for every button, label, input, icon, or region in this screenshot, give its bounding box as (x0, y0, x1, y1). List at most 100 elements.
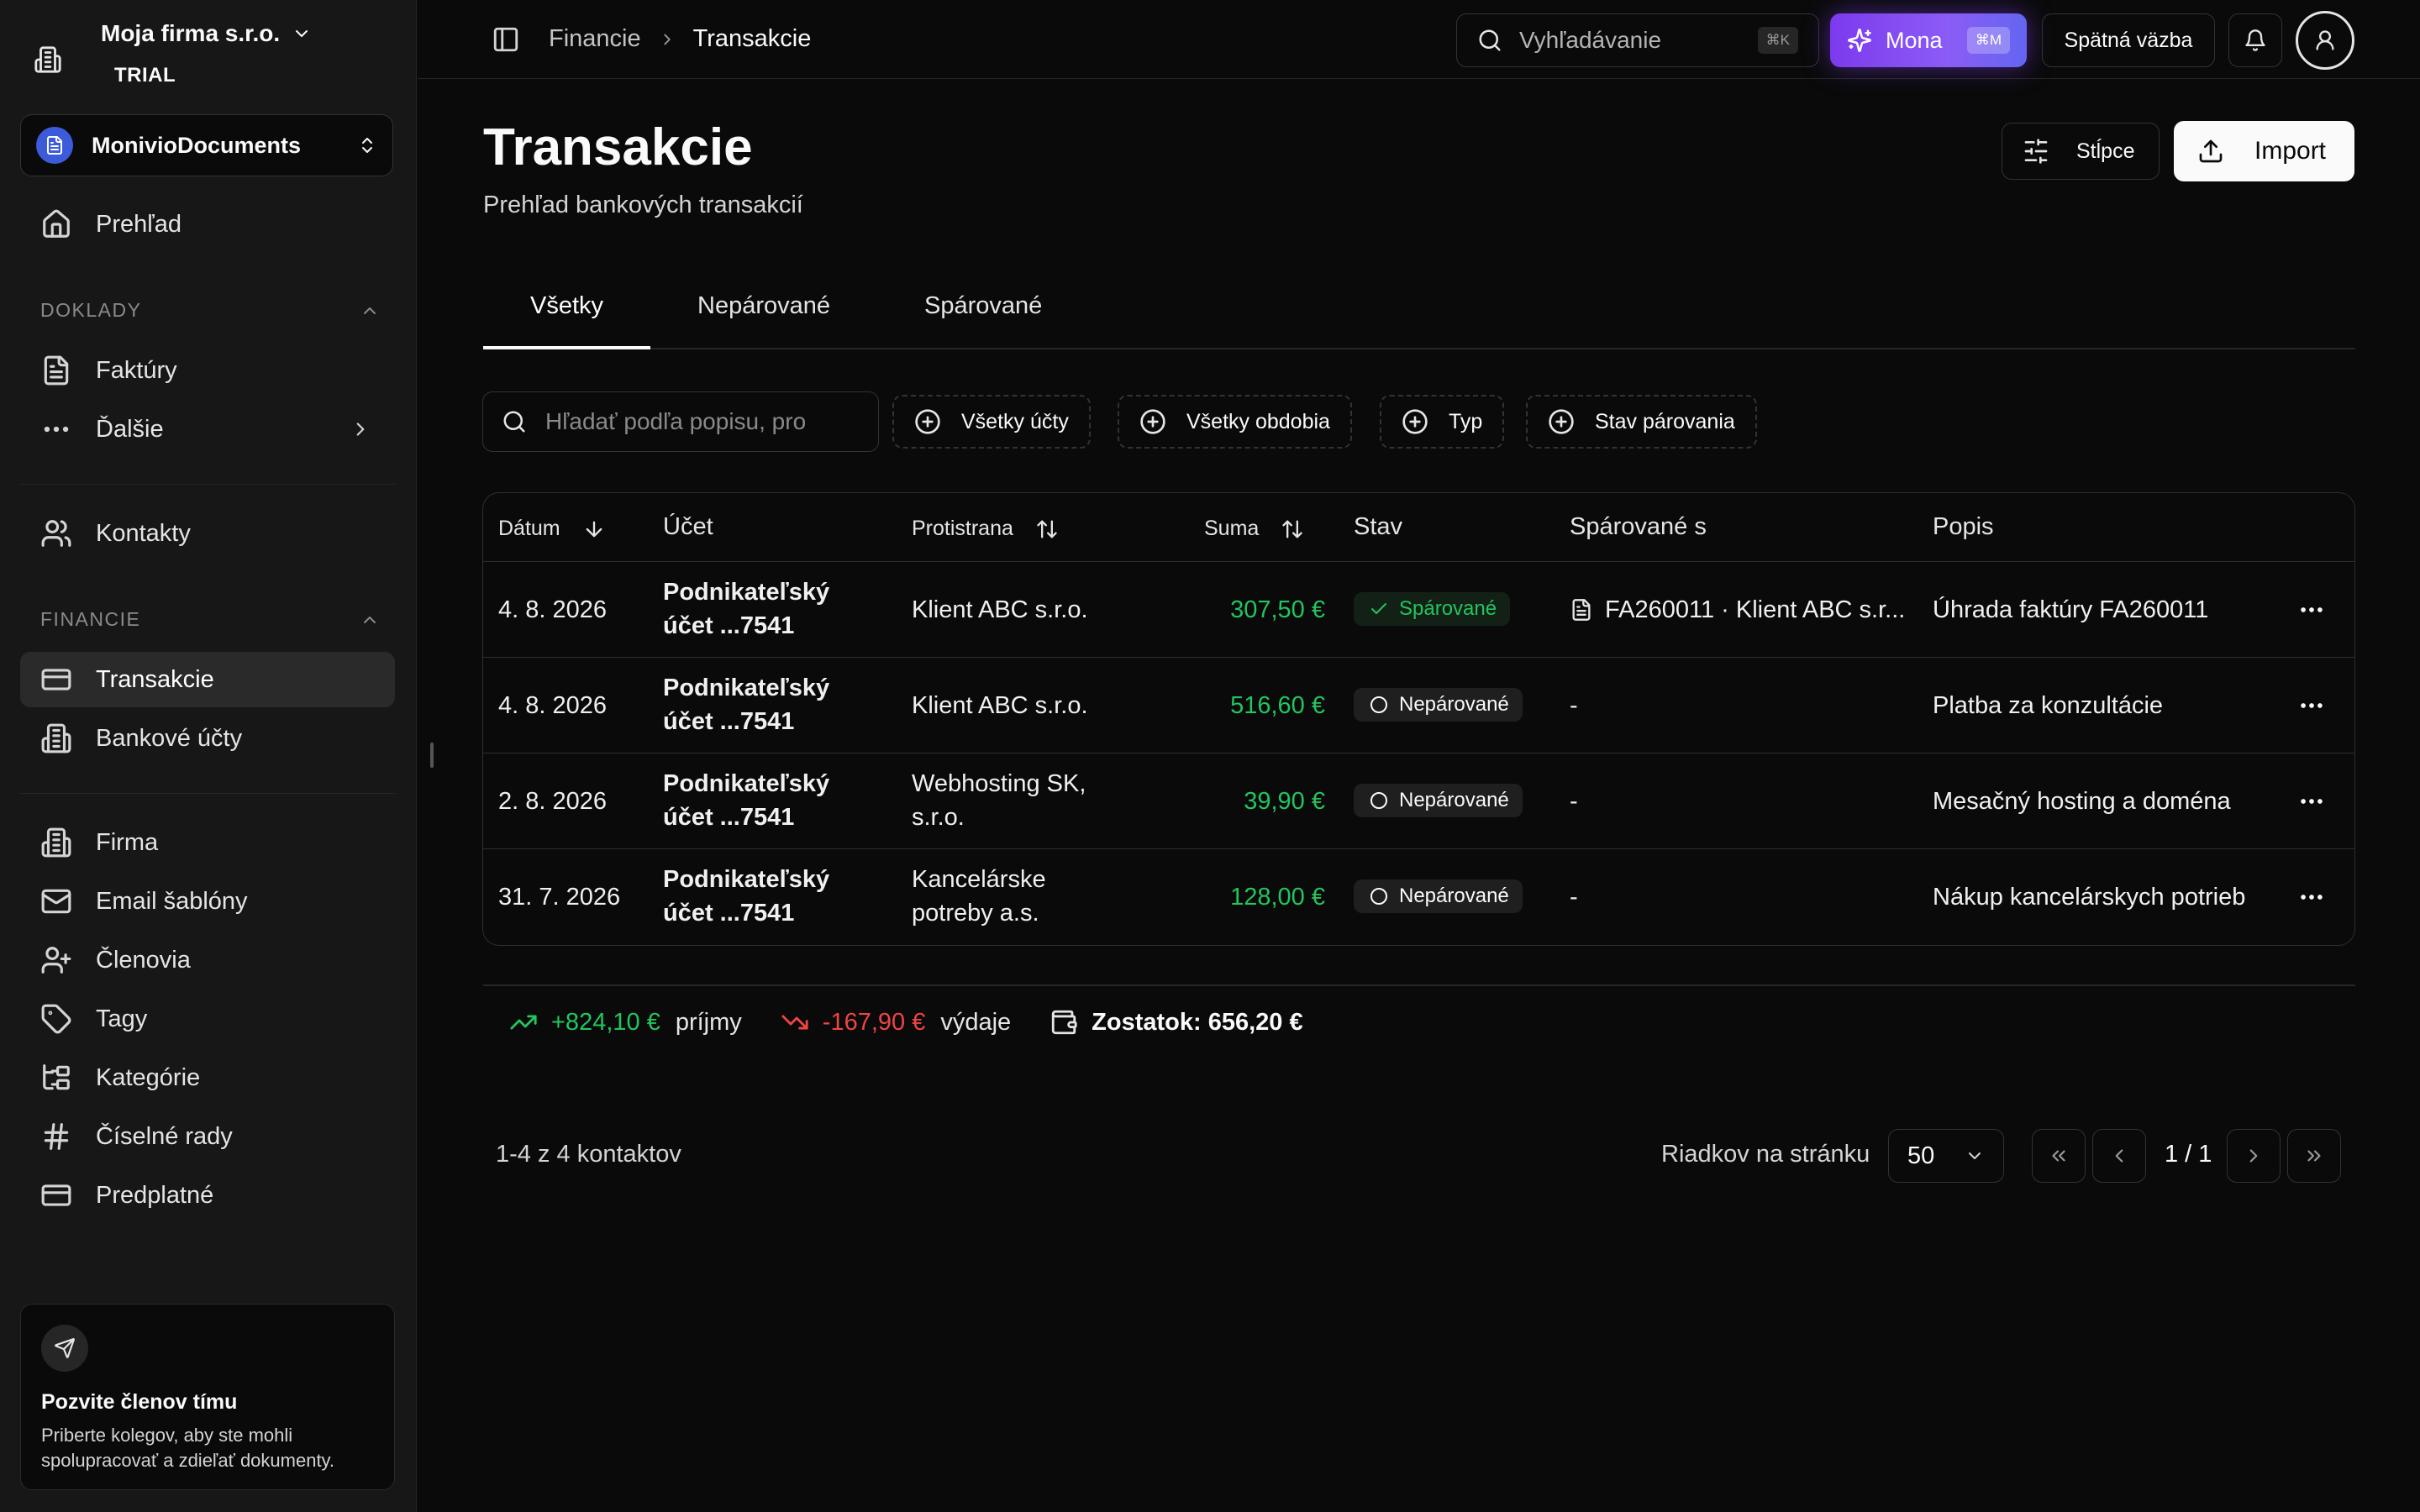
account-line: Podnikateľský (663, 770, 830, 797)
cell-counterparty: Klient ABC s.r.o. (912, 596, 1088, 623)
send-icon (41, 1325, 88, 1372)
chevrons-right-icon (2307, 1150, 2321, 1162)
folder-tree-icon (43, 1064, 70, 1090)
transaction-tabs: Všetky Nepárované Spárované (483, 277, 2355, 349)
table-row[interactable]: 4. 8. 2026 Podnikateľský účet ...7541 Kli… (483, 562, 2354, 658)
tab-matched[interactable]: Spárované (877, 277, 1089, 349)
sidebar-item-contacts[interactable]: Kontakty (20, 506, 395, 561)
rows-per-page-select[interactable]: 50 (1888, 1129, 2004, 1183)
header-counterparty[interactable]: Protistrana (912, 517, 1059, 541)
user-plus-icon (41, 947, 71, 974)
header-amount[interactable]: Suma (1204, 517, 1304, 541)
matched-label: FA260011 · Klient ABC s.r... (1605, 596, 1906, 623)
hash-icon (44, 1123, 69, 1150)
sidebar-item-label: Transakcie (96, 665, 214, 693)
invite-description: Priberte kolegov, aby ste mohli spolupra… (41, 1423, 374, 1473)
more-horizontal-icon[interactable] (2297, 787, 2326, 816)
more-horizontal-icon[interactable] (2297, 691, 2326, 720)
cell-amount: 307,50 € (1230, 596, 1325, 623)
chevron-up-icon (364, 307, 376, 314)
import-button[interactable]: Import (2174, 121, 2354, 181)
mona-assistant-button[interactable]: Mona ⌘M (1830, 13, 2027, 67)
sidebar-item-overview[interactable]: Prehľad (20, 197, 395, 252)
ellipsis-icon (44, 426, 69, 433)
tab-unmatched[interactable]: Nepárované (650, 277, 877, 349)
table-row[interactable]: 2. 8. 2026 Podnikateľský účet ...7541 Web… (483, 753, 2354, 849)
header-date[interactable]: Dátum (498, 517, 606, 541)
trending-up-icon (510, 1015, 537, 1030)
chevron-down-icon (296, 30, 308, 37)
counterparty-line: Kancelárske (912, 866, 1046, 893)
table-row[interactable]: 31. 7. 2026 Podnikateľský účet ...7541 Ka… (483, 849, 2354, 945)
sidebar-item-number-series[interactable]: Číselné rady (20, 1109, 395, 1164)
cell-account: Podnikateľský účet ...7541 (663, 767, 829, 834)
tag-icon (41, 1004, 71, 1034)
tab-all[interactable]: Všetky (483, 277, 651, 349)
import-label: Import (2254, 137, 2327, 165)
breadcrumb-parent[interactable]: Financie (549, 25, 641, 53)
previous-page-button[interactable] (2092, 1129, 2146, 1183)
sidebar-item-transactions[interactable]: Transakcie (20, 652, 395, 707)
account-line: Podnikateľský (663, 579, 830, 606)
sidebar-item-label: Kategórie (96, 1063, 201, 1091)
home-icon (43, 209, 70, 238)
filter-accounts[interactable]: Všetky účty (892, 395, 1091, 449)
section-finance[interactable]: FINANCIE (40, 608, 376, 631)
topbar: Financie Transakcie Vyhľadávanie ⌘K Mona… (418, 0, 2420, 79)
sidebar-item-label: Ďalšie (96, 415, 164, 443)
results-count: 1-4 z 4 kontaktov (496, 1141, 681, 1168)
building-icon (41, 827, 71, 858)
global-search[interactable]: Vyhľadávanie ⌘K (1456, 13, 1819, 67)
invite-card[interactable]: Pozvite členov tímu Priberte kolegov, ab… (20, 1304, 395, 1490)
mail-icon (41, 889, 71, 914)
upload-icon (2199, 139, 2223, 163)
notifications-button[interactable] (2228, 13, 2282, 67)
search-placeholder: Hľadať podľa popisu, pro (545, 408, 807, 434)
header-description: Popis (1933, 513, 1994, 540)
search-icon (1479, 29, 1501, 51)
next-page-button[interactable] (2227, 1129, 2281, 1183)
sidebar-item-email-templates[interactable]: Email šablóny (20, 874, 395, 929)
cell-description: Nákup kancelárskych potrieb (1933, 884, 2246, 911)
sidebar-item-tags[interactable]: Tagy (20, 991, 395, 1047)
section-documents[interactable]: DOKLADY (40, 299, 376, 322)
more-horizontal-icon[interactable] (2297, 596, 2326, 624)
cell-date: 4. 8. 2026 (498, 692, 607, 719)
sidebar-item-bank-accounts[interactable]: Bankové účty (20, 711, 395, 766)
credit-card-icon (41, 669, 71, 690)
matched-document-link[interactable]: FA260011 · Klient ABC s.r... (1570, 593, 1905, 627)
first-page-button[interactable] (2032, 1129, 2086, 1183)
panel-left-icon[interactable] (492, 25, 520, 54)
more-horizontal-icon[interactable] (2297, 883, 2326, 911)
breadcrumb-current: Transakcie (692, 25, 812, 52)
feedback-button[interactable]: Spätná väzba (2042, 13, 2215, 67)
plus-circle-icon (915, 409, 940, 434)
sidebar-item-more[interactable]: Ďalšie (20, 402, 395, 457)
last-page-button[interactable] (2287, 1129, 2341, 1183)
counterparty-line: s.r.o. (912, 804, 965, 831)
columns-button[interactable]: Stĺpce (2002, 123, 2160, 180)
company-name: Moja firma s.r.o. (101, 20, 281, 46)
sidebar-item-members[interactable]: Členovia (20, 932, 395, 988)
sidebar-resize-handle[interactable] (430, 743, 434, 768)
filter-label: Všetky účty (961, 409, 1069, 433)
filter-pairing-status[interactable]: Stav párovania (1526, 395, 1757, 449)
company-switcher[interactable]: Moja firma s.r.o. TRIAL (34, 20, 312, 87)
filter-periods[interactable]: Všetky obdobia (1118, 395, 1352, 449)
filter-type[interactable]: Typ (1380, 395, 1505, 449)
sidebar-item-categories[interactable]: Kategórie (20, 1050, 395, 1105)
product-switcher[interactable]: MonivioDocuments (20, 114, 393, 176)
sidebar-item-invoices[interactable]: Faktúry (20, 343, 395, 398)
transaction-search-input[interactable]: Hľadať podľa popisu, pro (482, 391, 879, 452)
section-label: FINANCIE (40, 608, 141, 630)
cell-counterparty: Webhosting SK, s.r.o. (912, 767, 1086, 834)
sidebar-item-company[interactable]: Firma (20, 815, 395, 870)
header-label: Protistrana (912, 517, 1013, 540)
expense-total: -167,90 € (822, 1008, 926, 1036)
circle-icon (1370, 792, 1387, 809)
search-placeholder: Vyhľadávanie (1519, 27, 1662, 53)
sidebar-item-subscription[interactable]: Predplatné (20, 1168, 395, 1223)
trending-down-icon (781, 1015, 808, 1030)
user-avatar[interactable] (2296, 11, 2354, 70)
table-row[interactable]: 4. 8. 2026 Podnikateľský účet ...7541 Kli… (483, 658, 2354, 753)
